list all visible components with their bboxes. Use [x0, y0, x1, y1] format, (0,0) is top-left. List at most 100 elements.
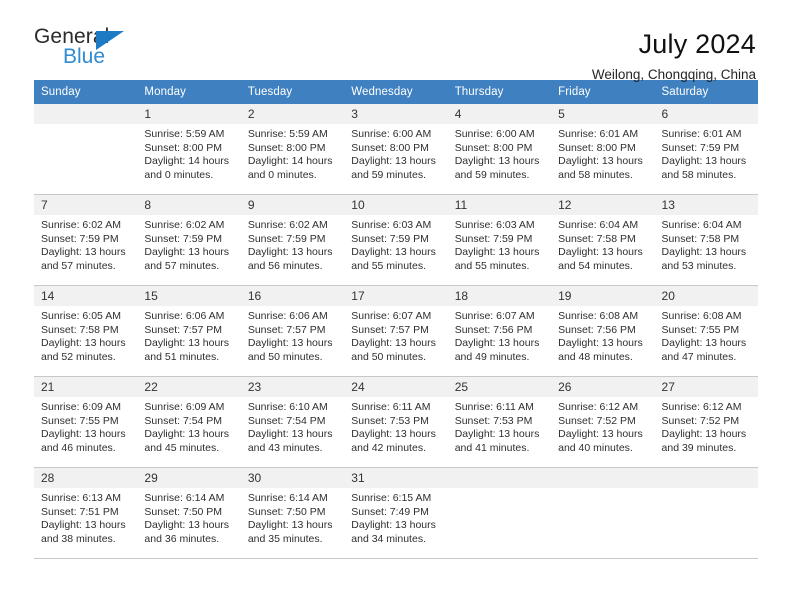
daylight-duration-line2: and 36 minutes.	[144, 532, 220, 545]
calendar-day-23[interactable]: 23 Sunrise: 6:10 AM Sunset: 7:54 PM Dayligh…	[240, 377, 345, 467]
calendar-day-13[interactable]: 13 Sunrise: 6:04 AM Sunset: 7:58 PM Dayligh…	[654, 195, 758, 285]
sunrise-time: Sunrise: 6:07 AM	[454, 310, 535, 322]
daylight-duration-line1: Daylight: 13 hours	[558, 155, 643, 168]
calendar-cell: 15 Sunrise: 6:06 AM Sunset: 7:57 PM Dayligh…	[137, 285, 241, 377]
calendar-day-25[interactable]: 25 Sunrise: 6:11 AM Sunset: 7:53 PM Dayligh…	[447, 377, 552, 467]
daylight-duration-line1: Daylight: 13 hours	[661, 246, 747, 259]
calendar-day-2[interactable]: 2 Sunrise: 5:59 AM Sunset: 8:00 PM Daylight…	[240, 104, 345, 194]
daylight-duration-line1: Daylight: 13 hours	[661, 337, 747, 350]
day-number: 27	[654, 377, 758, 397]
sunrise-time: Sunrise: 6:03 AM	[351, 219, 432, 231]
calendar-day-5[interactable]: 5 Sunrise: 6:01 AM Sunset: 8:00 PM Daylight…	[551, 104, 655, 194]
daylight-duration-line1: Daylight: 13 hours	[144, 519, 230, 532]
daylight-duration-line2: and 49 minutes.	[454, 350, 530, 363]
daylight-duration-line1: Daylight: 13 hours	[144, 246, 230, 259]
calendar-cell: 26 Sunrise: 6:12 AM Sunset: 7:52 PM Dayligh…	[551, 376, 655, 468]
sunrise-time: Sunrise: 6:02 AM	[144, 219, 225, 231]
sunrise-time: Sunrise: 6:09 AM	[41, 401, 121, 413]
calendar-day-empty	[654, 468, 758, 558]
sunset-time: Sunset: 7:55 PM	[41, 414, 119, 427]
calendar-day-10[interactable]: 10 Sunrise: 6:03 AM Sunset: 7:59 PM Dayligh…	[344, 195, 448, 285]
calendar-day-17[interactable]: 17 Sunrise: 6:07 AM Sunset: 7:57 PM Dayligh…	[344, 286, 448, 376]
day-details: Sunrise: 5:59 AM Sunset: 8:00 PM Daylight:…	[137, 124, 240, 182]
daylight-duration-line2: and 58 minutes.	[661, 168, 737, 181]
calendar-day-29[interactable]: 29 Sunrise: 6:14 AM Sunset: 7:50 PM Dayligh…	[137, 468, 241, 558]
day-number: 23	[240, 377, 345, 397]
calendar-day-19[interactable]: 19 Sunrise: 6:08 AM Sunset: 7:56 PM Dayligh…	[551, 286, 655, 376]
day-number: 22	[137, 377, 241, 397]
calendar-day-12[interactable]: 12 Sunrise: 6:04 AM Sunset: 7:58 PM Dayligh…	[551, 195, 655, 285]
sunset-time: Sunset: 7:49 PM	[351, 505, 429, 518]
calendar-cell: 12 Sunrise: 6:04 AM Sunset: 7:58 PM Dayligh…	[551, 194, 655, 286]
daylight-duration-line1: Daylight: 13 hours	[454, 155, 540, 168]
daylight-duration-line1: Daylight: 13 hours	[41, 428, 126, 441]
calendar-cell: 13 Sunrise: 6:04 AM Sunset: 7:58 PM Dayligh…	[654, 194, 758, 286]
weekday-header-friday: Friday	[551, 80, 655, 104]
day-details: Sunrise: 6:05 AM Sunset: 7:58 PM Daylight:…	[34, 306, 137, 364]
calendar-day-6[interactable]: 6 Sunrise: 6:01 AM Sunset: 7:59 PM Daylight…	[654, 104, 758, 194]
calendar-day-30[interactable]: 30 Sunrise: 6:14 AM Sunset: 7:50 PM Dayligh…	[240, 468, 345, 558]
sunrise-time: Sunrise: 6:01 AM	[661, 128, 742, 140]
sunset-time: Sunset: 7:56 PM	[558, 323, 636, 336]
daylight-duration-line2: and 34 minutes.	[351, 532, 426, 545]
daylight-duration-line1: Daylight: 13 hours	[454, 246, 540, 259]
calendar-day-7[interactable]: 7 Sunrise: 6:02 AM Sunset: 7:59 PM Daylight…	[34, 195, 138, 285]
day-details: Sunrise: 6:09 AM Sunset: 7:55 PM Daylight:…	[34, 397, 137, 455]
day-details: Sunrise: 5:59 AM Sunset: 8:00 PM Daylight:…	[241, 124, 344, 182]
daylight-duration-line1: Daylight: 14 hours	[247, 155, 333, 168]
daylight-duration-line2: and 0 minutes.	[247, 168, 317, 181]
day-number: 29	[137, 468, 241, 488]
calendar-day-20[interactable]: 20 Sunrise: 6:08 AM Sunset: 7:55 PM Dayligh…	[654, 286, 758, 376]
calendar-day-31[interactable]: 31 Sunrise: 6:15 AM Sunset: 7:49 PM Dayligh…	[344, 468, 448, 558]
calendar-day-27[interactable]: 27 Sunrise: 6:12 AM Sunset: 7:52 PM Dayligh…	[654, 377, 758, 467]
calendar-day-8[interactable]: 8 Sunrise: 6:02 AM Sunset: 7:59 PM Daylight…	[137, 195, 241, 285]
calendar-day-9[interactable]: 9 Sunrise: 6:02 AM Sunset: 7:59 PM Daylight…	[240, 195, 345, 285]
calendar-day-4[interactable]: 4 Sunrise: 6:00 AM Sunset: 8:00 PM Daylight…	[447, 104, 552, 194]
calendar-day-3[interactable]: 3 Sunrise: 6:00 AM Sunset: 8:00 PM Daylight…	[344, 104, 448, 194]
calendar-day-15[interactable]: 15 Sunrise: 6:06 AM Sunset: 7:57 PM Dayligh…	[137, 286, 241, 376]
calendar-day-16[interactable]: 16 Sunrise: 6:06 AM Sunset: 7:57 PM Dayligh…	[240, 286, 345, 376]
calendar-day-11[interactable]: 11 Sunrise: 6:03 AM Sunset: 7:59 PM Dayligh…	[447, 195, 552, 285]
sunset-time: Sunset: 7:58 PM	[41, 323, 119, 336]
calendar-cell: 11 Sunrise: 6:03 AM Sunset: 7:59 PM Dayligh…	[447, 194, 552, 286]
daylight-duration-line2: and 47 minutes.	[661, 350, 737, 363]
calendar-day-14[interactable]: 14 Sunrise: 6:05 AM Sunset: 7:58 PM Dayligh…	[34, 286, 138, 376]
calendar-day-21[interactable]: 21 Sunrise: 6:09 AM Sunset: 7:55 PM Dayligh…	[34, 377, 138, 467]
calendar-day-26[interactable]: 26 Sunrise: 6:12 AM Sunset: 7:52 PM Dayligh…	[551, 377, 655, 467]
calendar-cell	[551, 467, 655, 559]
sunset-time: Sunset: 7:52 PM	[558, 414, 636, 427]
calendar-day-24[interactable]: 24 Sunrise: 6:11 AM Sunset: 7:53 PM Dayligh…	[344, 377, 448, 467]
calendar-day-22[interactable]: 22 Sunrise: 6:09 AM Sunset: 7:54 PM Dayligh…	[137, 377, 241, 467]
sunrise-time: Sunrise: 6:01 AM	[558, 128, 639, 140]
sunset-time: Sunset: 7:53 PM	[454, 414, 533, 427]
day-number: 12	[551, 195, 655, 215]
general-blue-logo[interactable]: General Blue	[34, 26, 144, 72]
day-details: Sunrise: 6:11 AM Sunset: 7:53 PM Daylight:…	[448, 397, 551, 455]
sunrise-time: Sunrise: 5:59 AM	[144, 128, 225, 140]
daylight-duration-line2: and 50 minutes.	[351, 350, 426, 363]
sunrise-time: Sunrise: 6:10 AM	[247, 401, 328, 413]
day-details: Sunrise: 6:03 AM Sunset: 7:59 PM Daylight:…	[344, 215, 447, 273]
sunrise-time: Sunrise: 6:12 AM	[558, 401, 639, 413]
sunrise-time: Sunrise: 6:12 AM	[661, 401, 742, 413]
day-number: 10	[344, 195, 448, 215]
calendar-cell	[447, 467, 552, 559]
day-details: Sunrise: 6:15 AM Sunset: 7:49 PM Daylight:…	[344, 488, 447, 546]
calendar-day-18[interactable]: 18 Sunrise: 6:07 AM Sunset: 7:56 PM Dayligh…	[447, 286, 552, 376]
calendar-cell: 7 Sunrise: 6:02 AM Sunset: 7:59 PM Daylight…	[34, 194, 138, 286]
calendar-cell	[34, 104, 138, 195]
day-number: 30	[240, 468, 345, 488]
weekday-header-tuesday: Tuesday	[240, 80, 345, 104]
daylight-duration-line1: Daylight: 13 hours	[558, 428, 643, 441]
daylight-duration-line2: and 59 minutes.	[454, 168, 530, 181]
calendar-day-1[interactable]: 1 Sunrise: 5:59 AM Sunset: 8:00 PM Daylight…	[137, 104, 241, 194]
sunrise-time: Sunrise: 6:08 AM	[558, 310, 639, 322]
sunrise-time: Sunrise: 6:03 AM	[454, 219, 535, 231]
page-header: General Blue July 2024 Weilong, Chongqin…	[0, 0, 792, 82]
daylight-duration-line2: and 48 minutes.	[558, 350, 633, 363]
daylight-duration-line1: Daylight: 13 hours	[454, 337, 540, 350]
logo-text-blue: Blue	[63, 45, 106, 68]
calendar-day-28[interactable]: 28 Sunrise: 6:13 AM Sunset: 7:51 PM Dayligh…	[34, 468, 138, 558]
calendar-cell: 28 Sunrise: 6:13 AM Sunset: 7:51 PM Dayligh…	[34, 467, 138, 559]
day-details: Sunrise: 6:00 AM Sunset: 8:00 PM Daylight:…	[448, 124, 551, 182]
